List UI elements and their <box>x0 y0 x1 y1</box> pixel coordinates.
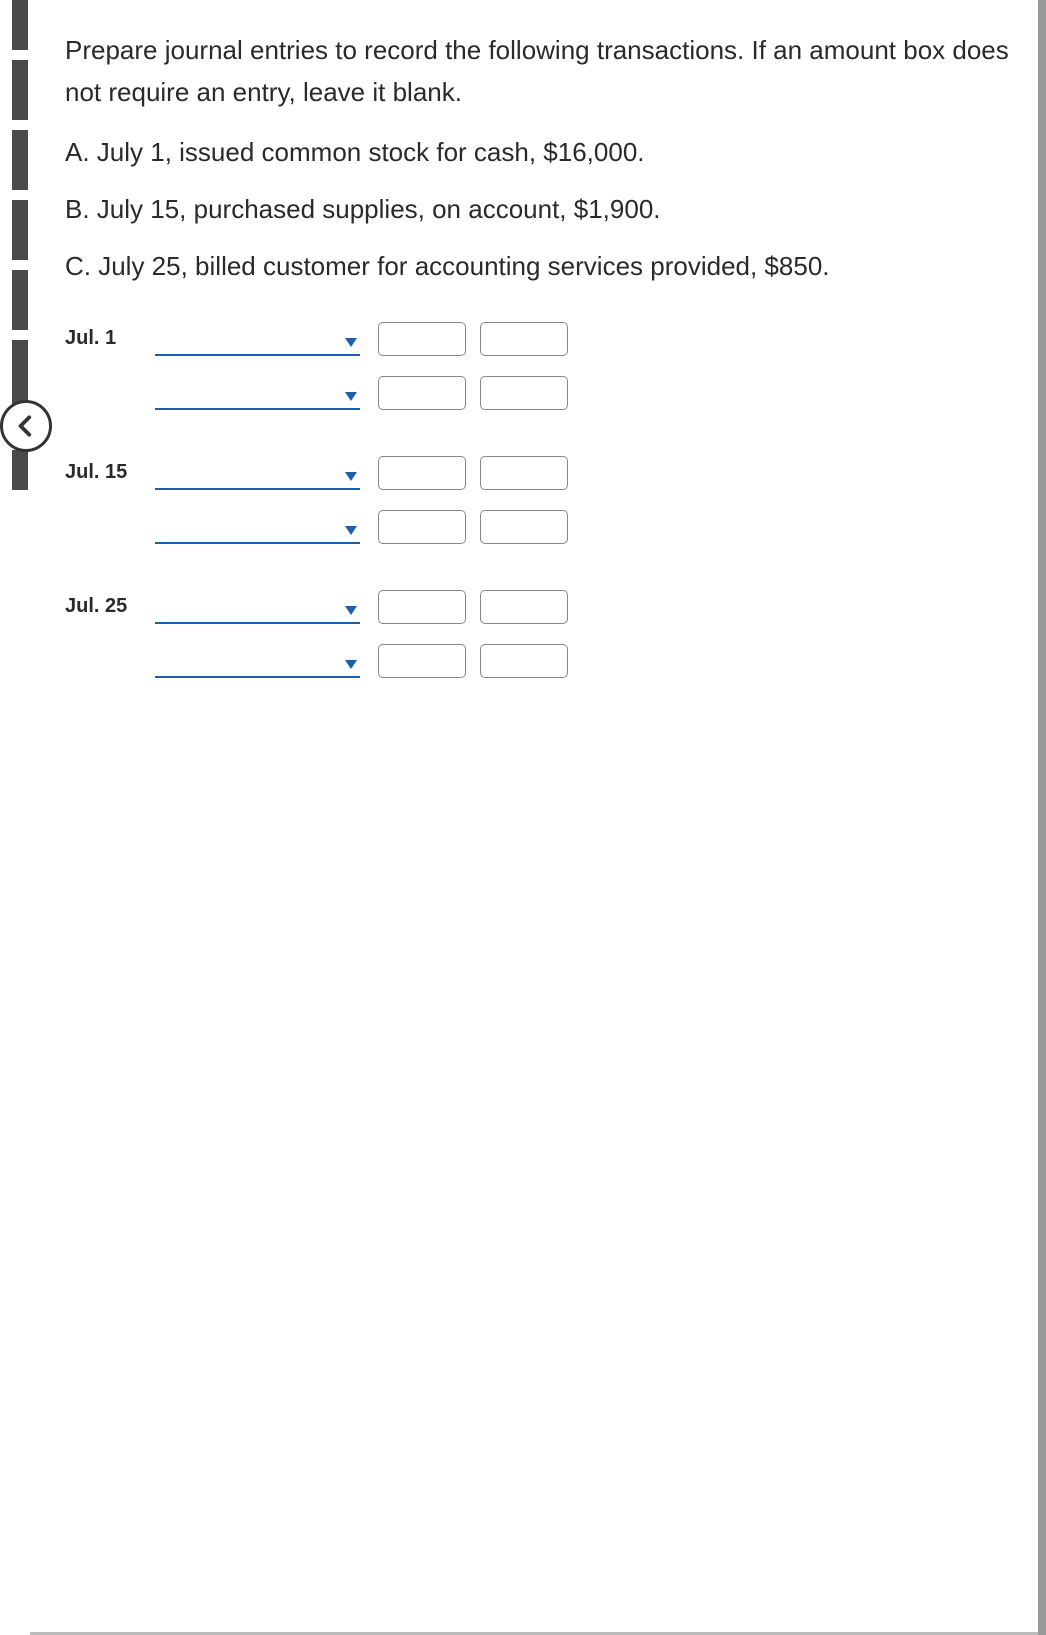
debit-input[interactable] <box>378 590 466 624</box>
transaction-c: C. July 25, billed customer for accounti… <box>65 247 1010 286</box>
account-select-wrapper <box>155 324 360 356</box>
debit-input[interactable] <box>378 644 466 678</box>
sidebar-segment <box>12 270 28 330</box>
debit-input[interactable] <box>378 322 466 356</box>
account-select[interactable] <box>155 592 360 624</box>
journal-group-jul1: Jul. 1 . <box>65 316 1010 410</box>
journal-group-jul15: Jul. 15 . <box>65 450 1010 544</box>
credit-input[interactable] <box>480 510 568 544</box>
right-edge-scrollbar[interactable] <box>1038 0 1046 1635</box>
account-select[interactable] <box>155 324 360 356</box>
collapse-button[interactable] <box>0 400 52 452</box>
journal-row: Jul. 15 <box>65 450 1010 490</box>
date-label: Jul. 1 <box>65 327 155 356</box>
account-select[interactable] <box>155 378 360 410</box>
journal-row: . <box>65 504 1010 544</box>
account-select[interactable] <box>155 512 360 544</box>
chevron-left-icon <box>13 413 39 439</box>
sidebar-segment <box>12 60 28 120</box>
debit-input[interactable] <box>378 510 466 544</box>
account-select-wrapper <box>155 512 360 544</box>
credit-input[interactable] <box>480 644 568 678</box>
date-label: Jul. 15 <box>65 461 155 490</box>
debit-input[interactable] <box>378 456 466 490</box>
journal-row: Jul. 25 <box>65 584 1010 624</box>
journal-row: . <box>65 638 1010 678</box>
account-select-wrapper <box>155 378 360 410</box>
account-select[interactable] <box>155 646 360 678</box>
credit-input[interactable] <box>480 322 568 356</box>
credit-input[interactable] <box>480 590 568 624</box>
journal-row: Jul. 1 <box>65 316 1010 356</box>
account-select-wrapper <box>155 646 360 678</box>
journal-group-jul25: Jul. 25 . <box>65 584 1010 678</box>
debit-input[interactable] <box>378 376 466 410</box>
sidebar-segment <box>12 130 28 190</box>
account-select-wrapper <box>155 458 360 490</box>
account-select-wrapper <box>155 592 360 624</box>
credit-input[interactable] <box>480 456 568 490</box>
credit-input[interactable] <box>480 376 568 410</box>
instruction-text: Prepare journal entries to record the fo… <box>65 30 1010 113</box>
transaction-a: A. July 1, issued common stock for cash,… <box>65 133 1010 172</box>
content-area: Prepare journal entries to record the fo… <box>30 0 1046 748</box>
sidebar-segment <box>12 0 28 50</box>
sidebar-segment <box>12 200 28 260</box>
journal-row: . <box>65 370 1010 410</box>
account-select[interactable] <box>155 458 360 490</box>
date-label: Jul. 25 <box>65 595 155 624</box>
journal-section: Jul. 1 . Jul. 15 <box>65 316 1010 678</box>
transaction-b: B. July 15, purchased supplies, on accou… <box>65 190 1010 229</box>
sidebar-segment <box>12 450 28 490</box>
sidebar-segment <box>12 340 28 408</box>
